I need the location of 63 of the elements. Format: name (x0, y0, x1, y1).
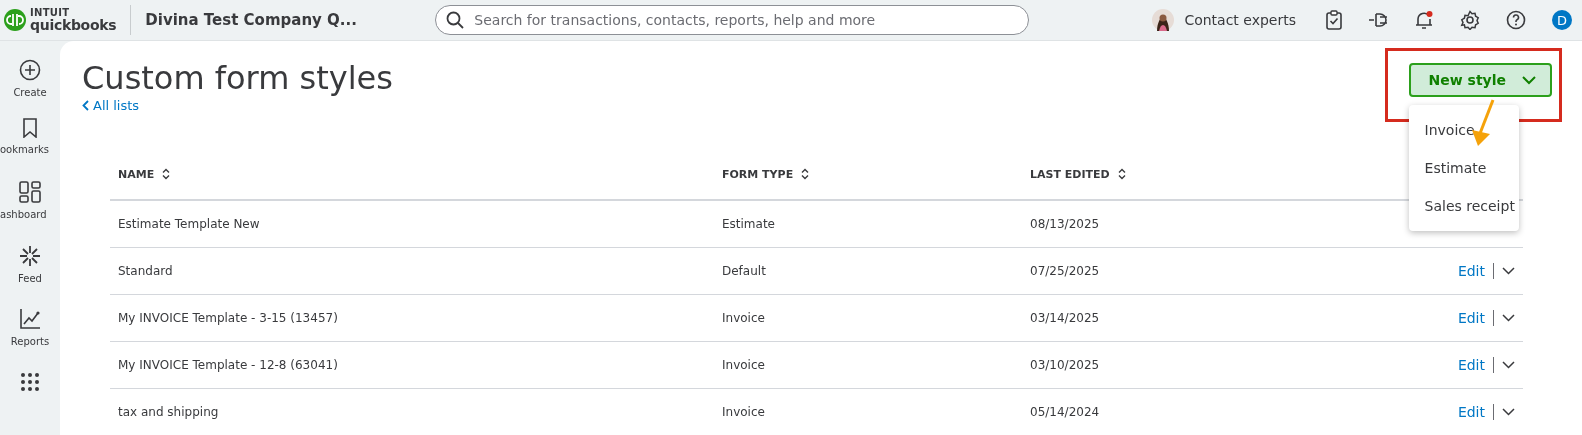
help-icon[interactable] (1506, 10, 1526, 30)
search-input[interactable]: Search for transactions, contacts, reports, help and more (472, 11, 1019, 29)
table-cell: 03/10/2025 (1030, 358, 1100, 373)
person-icon (1152, 9, 1175, 31)
edit-link[interactable]: Edit (1457, 263, 1485, 280)
contact-experts-button[interactable]: Contact experts (1152, 9, 1296, 31)
table-cell: Estimate (722, 217, 775, 232)
create-icon[interactable] (19, 59, 41, 81)
search-icon (446, 11, 465, 29)
new-style-button[interactable]: New style (1408, 63, 1552, 97)
search-bar[interactable]: Search for transactions, contacts, reports, help and more (435, 5, 1030, 35)
menu-item[interactable]: Estimate (1408, 149, 1519, 187)
chevron-left-icon (82, 100, 89, 112)
brand-label: INTUIT (30, 8, 71, 18)
logo-icon (4, 9, 26, 31)
page-title: Custom form styles (82, 61, 393, 97)
table-cell: Default (722, 264, 766, 279)
sidebar-label[interactable]: Feed (18, 272, 42, 284)
clipboard-icon[interactable] (1326, 10, 1342, 30)
sort-icon (801, 168, 810, 181)
sidebar-label[interactable]: Reports (10, 336, 50, 348)
chevron-down-icon[interactable] (1502, 314, 1515, 323)
dashboard-icon[interactable] (19, 181, 41, 204)
table-cell: 03/14/2025 (1030, 311, 1100, 326)
edit-link[interactable]: Edit (1457, 310, 1485, 327)
sidebar-label[interactable]: ashboard (0, 209, 47, 221)
company-name[interactable]: Divina Test Company Q... (145, 11, 436, 29)
chevron-down-icon (1522, 75, 1536, 85)
burst-icon[interactable] (19, 244, 41, 267)
chevron-down-icon[interactable] (1502, 267, 1515, 276)
column-header[interactable]: NAME (118, 167, 171, 181)
column-header[interactable]: FORM TYPE (722, 167, 810, 181)
column-header[interactable]: LAST EDITED (1030, 167, 1126, 181)
bookmark-icon[interactable] (22, 117, 38, 138)
table-cell: Standard (118, 264, 173, 279)
chevron-down-icon[interactable] (1502, 361, 1515, 370)
edit-link[interactable]: Edit (1457, 357, 1485, 374)
brand-name: quickbooks (30, 18, 117, 32)
edit-link[interactable]: Edit (1457, 404, 1485, 421)
sort-icon (1117, 168, 1126, 181)
table-cell: Invoice (722, 358, 765, 373)
menu-item[interactable]: Invoice (1408, 111, 1519, 149)
plug-icon[interactable] (1368, 11, 1388, 29)
table-cell: My INVOICE Template - 12-8 (63041) (118, 358, 338, 373)
menu-item[interactable]: Sales receipt (1408, 187, 1519, 225)
sort-icon (162, 168, 171, 181)
table-cell: 05/14/2024 (1030, 405, 1100, 420)
table-cell: 08/13/2025 (1030, 217, 1100, 232)
table-cell: tax and shipping (118, 405, 219, 420)
notification-icon[interactable] (1414, 10, 1434, 30)
table-cell: Invoice (722, 311, 765, 326)
table-cell: Invoice (722, 405, 765, 420)
sidebar-label[interactable]: Create (13, 87, 47, 98)
settings-icon[interactable] (1460, 10, 1480, 30)
table-cell: Estimate Template New (118, 217, 260, 232)
chevron-down-icon[interactable] (1502, 408, 1515, 417)
sidebar-label[interactable]: ookmarks (0, 143, 49, 155)
table-cell: 07/25/2025 (1030, 264, 1100, 279)
apps-grid-icon[interactable] (20, 371, 40, 392)
avatar[interactable]: D (1552, 10, 1572, 30)
table-cell: My INVOICE Template - 3-15 (13457) (118, 311, 338, 326)
all-lists-link[interactable]: All lists (82, 98, 393, 114)
chart-icon[interactable] (19, 308, 41, 331)
